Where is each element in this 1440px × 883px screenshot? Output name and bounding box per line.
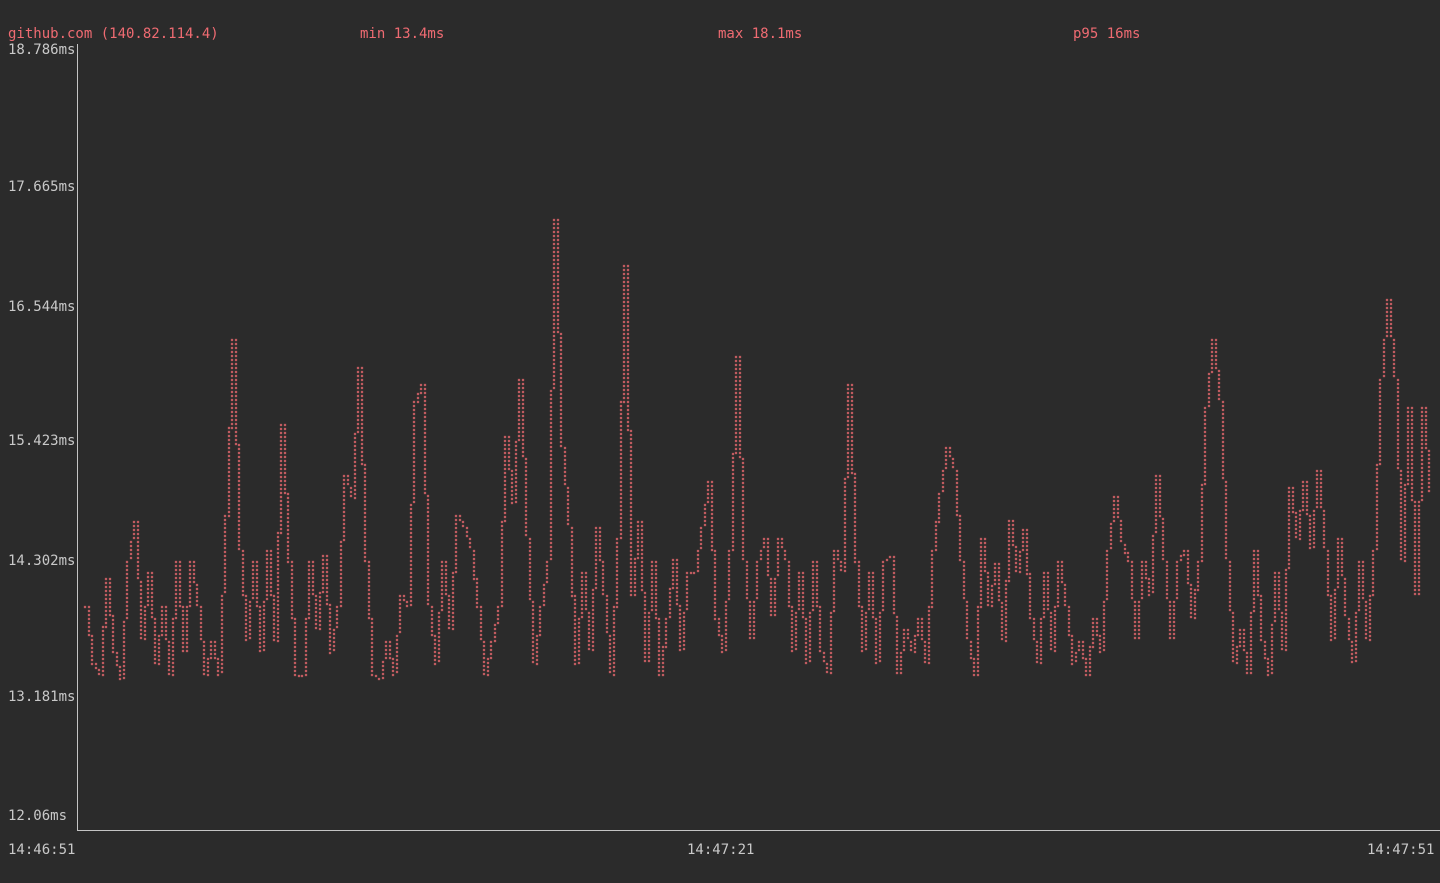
target-host-label: github.com (140.82.114.4) — [8, 26, 219, 42]
y-axis-tick-label: 14.302ms — [8, 553, 75, 569]
y-axis-tick-label: 12.06ms — [8, 808, 67, 824]
max-latency-label: max 18.1ms — [718, 26, 802, 42]
y-axis-tick-label: 13.181ms — [8, 689, 75, 705]
gping-terminal: github.com (140.82.114.4) min 13.4ms max… — [0, 0, 1440, 883]
latency-graph-canvas — [0, 0, 1440, 883]
min-latency-label: min 13.4ms — [360, 26, 444, 42]
x-axis-tick-label: 14:46:51 — [8, 842, 75, 858]
x-axis-tick-label: 14:47:21 — [687, 842, 754, 858]
p95-latency-label: p95 16ms — [1073, 26, 1140, 42]
y-axis-tick-label: 17.665ms — [8, 179, 75, 195]
y-axis-line — [77, 44, 78, 831]
y-axis-tick-label: 16.544ms — [8, 299, 75, 315]
y-axis-tick-label: 18.786ms — [8, 42, 75, 58]
x-axis-line — [77, 830, 1440, 831]
x-axis-tick-label: 14:47:51 — [1367, 842, 1434, 858]
y-axis-tick-label: 15.423ms — [8, 433, 75, 449]
